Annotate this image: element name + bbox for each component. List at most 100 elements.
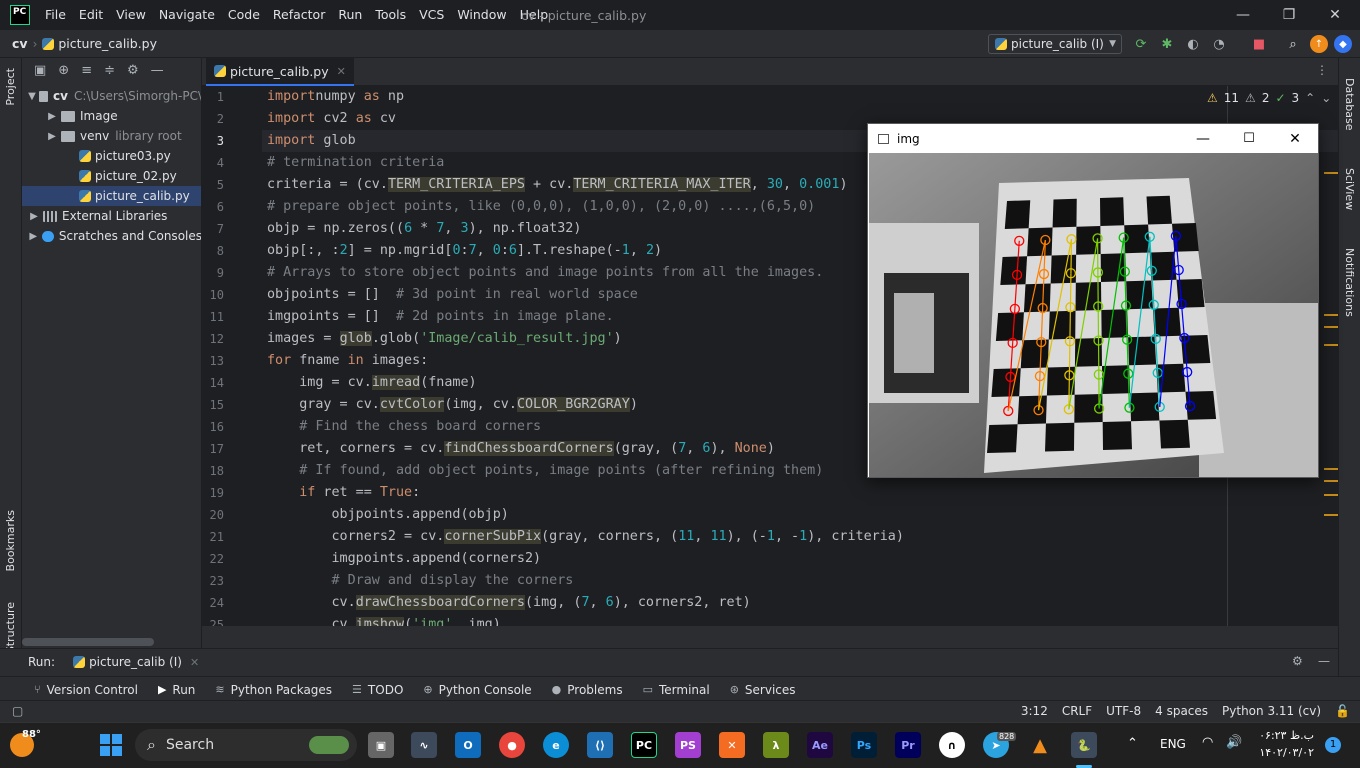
tool-window-run[interactable]: ▶ Run — [158, 683, 195, 697]
debug-bug-icon[interactable]: ✱ — [1158, 35, 1176, 53]
chrome-icon[interactable]: ● — [499, 732, 525, 758]
clock-date[interactable]: ۱۴۰۲/۰۳/۰۲ — [1258, 746, 1314, 759]
code-line[interactable]: if ret == True: — [267, 482, 420, 504]
search-icon[interactable]: ⌕ — [1284, 35, 1302, 53]
code-line[interactable]: objp = np.zeros((6 * 7, 3), np.float32) — [267, 218, 581, 240]
ide-logo-icon[interactable]: ◆ — [1334, 35, 1352, 53]
menu-item-edit[interactable]: Edit — [79, 7, 103, 22]
tool-window-services[interactable]: ⊛ Services — [730, 683, 796, 697]
lambda-app-icon[interactable]: λ — [763, 732, 789, 758]
task-view-icon[interactable]: ▣ — [368, 732, 394, 758]
after-effects-icon[interactable]: Ae — [807, 732, 833, 758]
project-tool-button[interactable]: Project — [4, 68, 17, 106]
inspection-widget[interactable]: ⚠ 11 ⚠ 2 ✓ 3 ⌃ ⌄ — [1207, 91, 1331, 105]
close-tab-icon[interactable]: ✕ — [190, 656, 199, 669]
breadcrumb-file[interactable]: picture_calib.py — [58, 36, 157, 51]
expand-arrow-icon[interactable]: ▼ — [28, 91, 36, 102]
tab-picture-calib[interactable]: picture_calib.py ✕ — [206, 58, 354, 86]
pycharm-icon[interactable]: PC — [631, 732, 657, 758]
expand-arrow-icon[interactable]: ▶ — [28, 231, 39, 242]
image-window-titlebar[interactable]: img — ☐ ✕ — [868, 124, 1318, 153]
chevron-down-icon[interactable]: ⌄ — [1321, 91, 1331, 105]
photoshop-icon[interactable]: Ps — [851, 732, 877, 758]
menu-item-refactor[interactable]: Refactor — [273, 7, 325, 22]
close-button[interactable]: ✕ — [1312, 0, 1358, 30]
breadcrumb-project[interactable]: cv — [12, 36, 28, 51]
panel-layout-icon[interactable]: ▣ — [34, 63, 46, 78]
volume-icon[interactable]: 🔊 — [1226, 735, 1242, 750]
code-line[interactable]: # termination criteria — [267, 152, 444, 174]
database-tool-button[interactable]: Database — [1343, 78, 1356, 131]
python-interpreter[interactable]: Python 3.11 (cv) — [1222, 704, 1321, 718]
code-line[interactable]: # Draw and display the corners — [267, 570, 573, 592]
code-line[interactable]: img = cv.imread(fname) — [267, 372, 477, 394]
notification-badge[interactable]: 1 — [1325, 737, 1341, 753]
gear-icon[interactable]: ⚙ — [127, 63, 139, 78]
close-button[interactable]: ✕ — [1272, 131, 1318, 147]
code-line[interactable]: cv.drawChessboardCorners(img, (7, 6), co… — [267, 592, 751, 614]
locate-icon[interactable]: ⊕ — [58, 63, 69, 78]
code-line[interactable]: import glob — [267, 130, 356, 152]
tree-item[interactable]: picture_calib.py — [22, 186, 201, 206]
monitor-app-icon[interactable]: ∿ — [411, 732, 437, 758]
code-line[interactable]: for fname in images: — [267, 350, 428, 372]
hide-panel-icon[interactable]: — — [1318, 654, 1330, 668]
caret-position[interactable]: 3:12 — [1021, 704, 1048, 718]
phpstorm-icon[interactable]: PS — [675, 732, 701, 758]
code-line[interactable]: cv.imshow('img', img) — [267, 614, 501, 626]
code-line[interactable]: # prepare object points, like (0,0,0), (… — [267, 196, 815, 218]
structure-tool-button[interactable]: Structure — [4, 602, 17, 653]
bookmarks-tool-button[interactable]: Bookmarks — [4, 510, 17, 571]
tree-item[interactable]: picture03.py — [22, 146, 201, 166]
code-line[interactable]: objp[:, :2] = np.mgrid[0:7, 0:6].T.resha… — [267, 240, 662, 262]
expand-all-icon[interactable]: ≡ — [81, 63, 92, 78]
code-line[interactable]: images = glob.glob('Image/calib_result.j… — [267, 328, 622, 350]
tree-item[interactable]: ▶ Scratches and Consoles — [22, 226, 201, 246]
vlc-icon[interactable]: ▲ — [1027, 732, 1053, 758]
menu-item-navigate[interactable]: Navigate — [159, 7, 215, 22]
code-line[interactable]: # Find the chess board corners — [267, 416, 541, 438]
code-line[interactable]: gray = cv.cvtColor(img, cv.COLOR_BGR2GRA… — [267, 394, 638, 416]
python-app-icon[interactable]: 🐍 — [1071, 732, 1097, 758]
xampp-icon[interactable]: ✕ — [719, 732, 745, 758]
expand-arrow-icon[interactable]: ▶ — [28, 211, 40, 222]
tool-window-terminal[interactable]: ▭ Terminal — [643, 683, 710, 697]
menu-item-file[interactable]: File — [45, 7, 66, 22]
minimize-button[interactable]: — — [1220, 0, 1266, 30]
vpn-app-icon[interactable]: ∩ — [939, 732, 965, 758]
tool-window-problems[interactable]: ● Problems — [552, 683, 623, 697]
error-stripe-mark[interactable] — [1324, 494, 1338, 496]
expand-arrow-icon[interactable]: ▶ — [46, 111, 58, 122]
line-separator[interactable]: CRLF — [1062, 704, 1092, 718]
collapse-all-icon[interactable]: ≑ — [104, 63, 115, 78]
notifications-tool-button[interactable]: Notifications — [1343, 248, 1356, 317]
tree-item[interactable]: ▶ External Libraries — [22, 206, 201, 226]
rerun-icon[interactable]: ⟳ — [1132, 35, 1150, 53]
code-line[interactable]: imgpoints.append(corners2) — [267, 548, 541, 570]
expand-arrow-icon[interactable]: ▶ — [46, 131, 58, 142]
menu-item-tools[interactable]: Tools — [375, 7, 406, 22]
profile-icon[interactable]: ◔ — [1210, 35, 1228, 53]
code-line[interactable]: criteria = (cv.TERM_CRITERIA_EPS + cv.TE… — [267, 174, 848, 196]
panel-toggle-icon[interactable]: ▢ — [12, 704, 23, 718]
tool-window-python-packages[interactable]: ≋ Python Packages — [215, 683, 332, 697]
error-stripe-mark[interactable] — [1324, 344, 1338, 346]
tool-window-version-control[interactable]: ⑂ Version Control — [34, 683, 138, 697]
file-encoding[interactable]: UTF-8 — [1106, 704, 1141, 718]
code-line[interactable]: objpoints = [] # 3d point in real world … — [267, 284, 638, 306]
opencv-image-window[interactable]: img — ☐ ✕ — [867, 123, 1319, 478]
tree-item[interactable]: ▶ Image — [22, 106, 201, 126]
wifi-icon[interactable]: ◠ — [1202, 735, 1213, 750]
error-stripe-mark[interactable] — [1324, 172, 1338, 174]
language-indicator[interactable]: ENG — [1160, 737, 1186, 751]
code-line[interactable]: # Arrays to store object points and imag… — [267, 262, 823, 284]
tree-item[interactable]: ▼ cv C:\Users\Simorgh-PC\ — [22, 86, 201, 106]
menu-item-run[interactable]: Run — [338, 7, 362, 22]
more-tabs-icon[interactable]: ⋮ — [1316, 63, 1328, 77]
lock-icon[interactable]: 🔓 — [1335, 704, 1350, 718]
clock-time[interactable]: ۰۶:۲۳ ب.ظ — [1258, 729, 1314, 742]
outlook-icon[interactable]: O — [455, 732, 481, 758]
code-line[interactable]: corners2 = cv.cornerSubPix(gray, corners… — [267, 526, 904, 548]
restore-button[interactable]: ❐ — [1266, 0, 1312, 30]
stop-icon[interactable]: ■ — [1250, 35, 1268, 53]
